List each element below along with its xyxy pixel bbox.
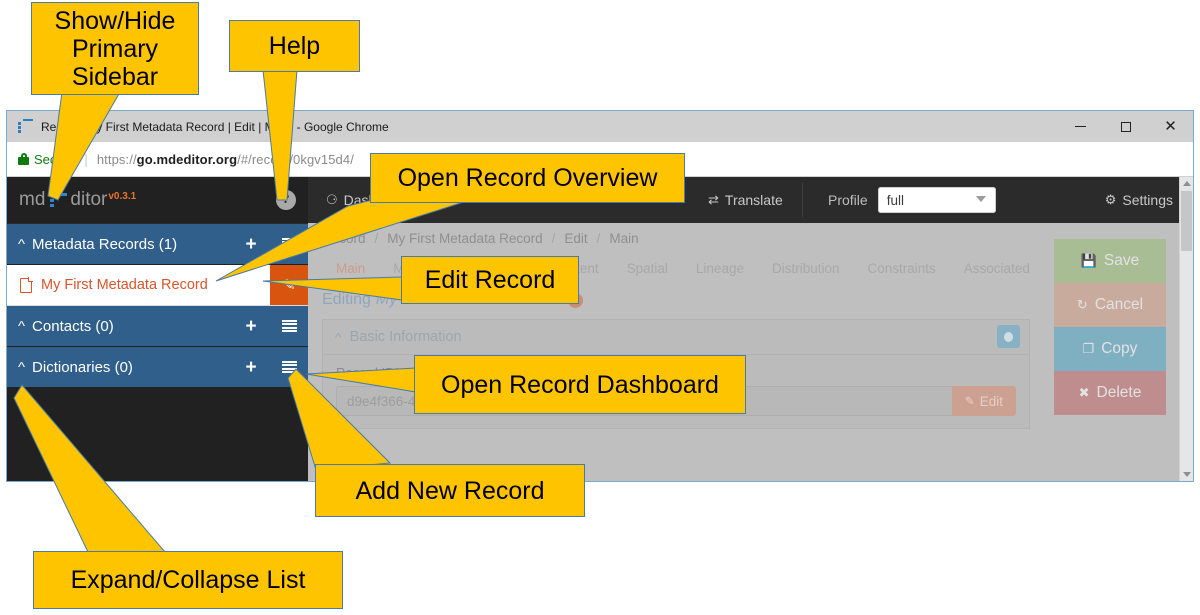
pointer-edit-record: [262, 276, 403, 301]
callout-text: Add New Record: [355, 476, 545, 505]
screenshot-root: Record: My First Metadata Record | Edit …: [0, 0, 1200, 615]
pointer-open-record-dashboard: [305, 367, 417, 393]
callout-text: Open Record Dashboard: [441, 370, 719, 399]
pointer-help: [262, 69, 298, 201]
callout-text: Show/Hide Primary Sidebar: [54, 6, 176, 91]
callout-text: Open Record Overview: [397, 164, 658, 192]
callout-expand-collapse-list: Expand/Collapse List: [33, 551, 343, 609]
callout-edit-record: Edit Record: [401, 256, 579, 304]
callout-show-hide-primary-sidebar: Show/Hide Primary Sidebar: [31, 2, 199, 95]
callout-add-new-record: Add New Record: [315, 464, 585, 517]
callout-help: Help: [229, 20, 360, 72]
callout-open-record-overview: Open Record Overview: [370, 153, 685, 203]
callout-text: Help: [268, 32, 321, 60]
pointer-show-hide-primary-sidebar: [47, 91, 121, 201]
callout-text: Edit Record: [424, 266, 556, 294]
pointer-expand-collapse-list: [13, 384, 167, 553]
callout-open-record-dashboard: Open Record Dashboard: [414, 355, 746, 414]
callout-text: Expand/Collapse List: [70, 566, 306, 594]
